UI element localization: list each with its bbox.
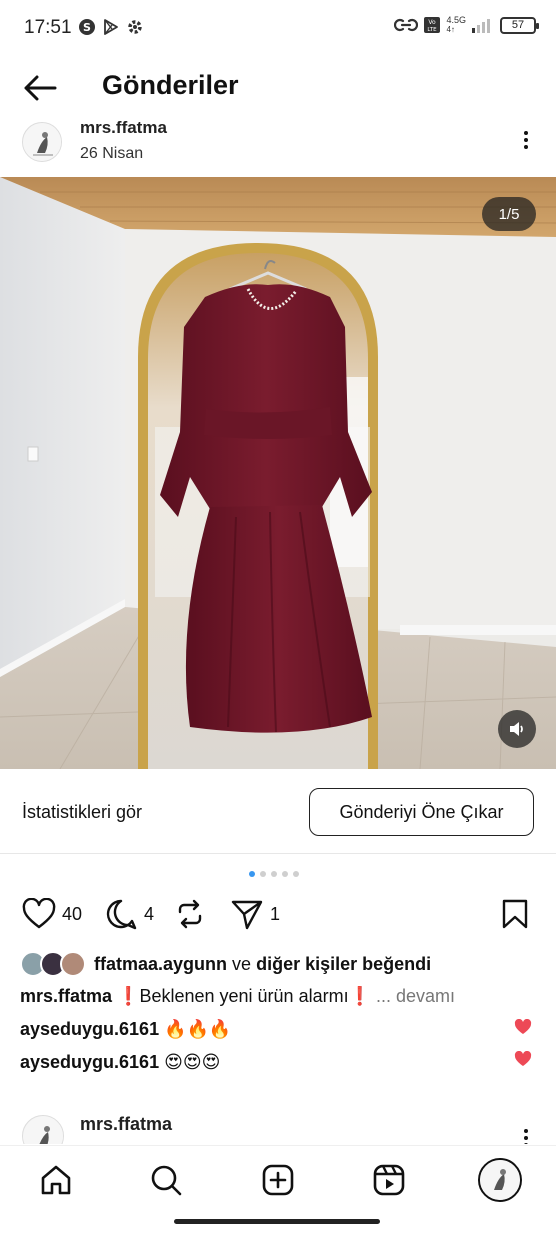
shares-count: 1 [270, 903, 281, 924]
more-options-button[interactable] [518, 128, 534, 156]
photo-counter: 1/5 [482, 197, 536, 231]
insights-row: İstatistikleri gör Gönderiyi Öne Çıkar [0, 770, 556, 854]
liked-by-others[interactable]: diğer kişiler beğendi [256, 954, 431, 974]
avatar-image [23, 1116, 63, 1144]
caption-more-link[interactable]: ... devamı [376, 986, 455, 1006]
next-post-header: mrs.ffatma [0, 1112, 556, 1144]
caption-text: ❗Beklenen yeni ürün alarmı❗ [117, 986, 371, 1006]
bookmark-icon [502, 899, 528, 929]
carousel-dot [282, 871, 288, 877]
back-button[interactable] [20, 70, 60, 106]
avatar[interactable] [22, 122, 62, 162]
nav-search[interactable] [146, 1160, 186, 1200]
signal-icon [472, 19, 490, 33]
repost-icon [178, 899, 202, 929]
view-insights-link[interactable]: İstatistikleri gör [22, 802, 142, 823]
carousel-indicator [249, 871, 299, 877]
status-bar: 17:51 S Vo LTE 4.5G 4↑ 57 [0, 0, 556, 56]
heart-icon [22, 898, 56, 929]
page-title: Gönderiler [102, 70, 239, 100]
comment-icon [106, 899, 137, 930]
comment-item: ayseduygu.6161 😍😍😍 [20, 1052, 220, 1073]
home-icon [41, 1165, 71, 1195]
liked-by-row[interactable]: ffatmaa.aygunn ve diğer kişiler beğendi [20, 950, 431, 978]
send-icon [231, 900, 263, 930]
liked-by-avatars [20, 951, 86, 977]
share-action[interactable]: 1 [230, 894, 280, 934]
post-caption: mrs.ffatma ❗Beklenen yeni ürün alarmı❗ .… [20, 986, 455, 1007]
avatar[interactable] [22, 1115, 64, 1144]
comment-heart-icon[interactable] [514, 1051, 532, 1067]
post-date: 26 Nisan [80, 145, 144, 162]
post-photo[interactable]: 1/5 [0, 177, 556, 769]
post-actions: 40 4 1 [0, 894, 556, 936]
like-action[interactable]: 40 [22, 894, 82, 934]
comment-username[interactable]: ayseduygu.6161 [20, 1019, 159, 1039]
search-icon [151, 1165, 182, 1196]
carousel-dot-active [249, 871, 255, 877]
dress-photo-image [0, 177, 556, 769]
comments-count: 4 [144, 903, 155, 924]
profile-avatar [480, 1160, 520, 1200]
next-post-username[interactable]: mrs.ffatma [80, 1114, 172, 1135]
comment-action[interactable]: 4 [104, 894, 154, 934]
volte-icon: VoLTE [424, 17, 441, 33]
nav-reels[interactable] [369, 1160, 409, 1200]
author-username[interactable]: mrs.ffatma [80, 120, 167, 138]
nav-home[interactable] [36, 1160, 76, 1200]
status-time: 17:51 [24, 17, 72, 38]
page-header: Gönderiler [0, 56, 556, 120]
comment-text: 😍😍😍 [164, 1052, 221, 1072]
svg-text:Vo: Vo [429, 19, 437, 26]
home-indicator[interactable] [174, 1219, 380, 1224]
svg-text:S: S [83, 21, 91, 34]
liked-by-connector: ve [232, 953, 252, 974]
battery-icon: 57 [500, 16, 539, 34]
next-post-more-button[interactable] [518, 1126, 534, 1144]
comment-heart-icon[interactable] [514, 1019, 532, 1035]
carousel-dot [260, 871, 266, 877]
save-action[interactable] [500, 894, 530, 934]
link-icon [394, 18, 419, 32]
arrow-left-icon [24, 75, 57, 101]
repost-action[interactable] [175, 894, 205, 934]
avatar-image [23, 123, 61, 161]
liker-avatar [60, 951, 86, 977]
comment-username[interactable]: ayseduygu.6161 [20, 1052, 159, 1072]
likes-count: 40 [62, 903, 83, 924]
comment-text: 🔥🔥🔥 [164, 1019, 232, 1039]
bottom-navigation [0, 1145, 556, 1215]
play-store-icon [104, 19, 118, 35]
carousel-dot [293, 871, 299, 877]
comment-item: ayseduygu.6161 🔥🔥🔥 [20, 1019, 231, 1040]
svg-text:LTE: LTE [428, 27, 438, 33]
liked-by-username[interactable]: ffatmaa.aygunn [94, 954, 227, 974]
liked-by-text: ffatmaa.aygunn ve diğer kişiler beğendi [94, 954, 431, 975]
nav-profile[interactable] [478, 1158, 522, 1202]
gear-icon [128, 20, 142, 34]
carousel-dot [271, 871, 277, 877]
s-circle-icon: S [79, 19, 95, 35]
network-type: 4.5G [446, 15, 466, 25]
sound-toggle-button[interactable] [498, 710, 536, 748]
speaker-icon [510, 722, 523, 736]
create-icon [262, 1164, 294, 1196]
reels-icon [373, 1164, 405, 1196]
caption-username[interactable]: mrs.ffatma [20, 986, 112, 1006]
boost-post-button[interactable]: Gönderiyi Öne Çıkar [309, 788, 534, 836]
nav-create[interactable] [258, 1160, 298, 1200]
post-author-row: mrs.ffatma 26 Nisan [0, 120, 556, 176]
